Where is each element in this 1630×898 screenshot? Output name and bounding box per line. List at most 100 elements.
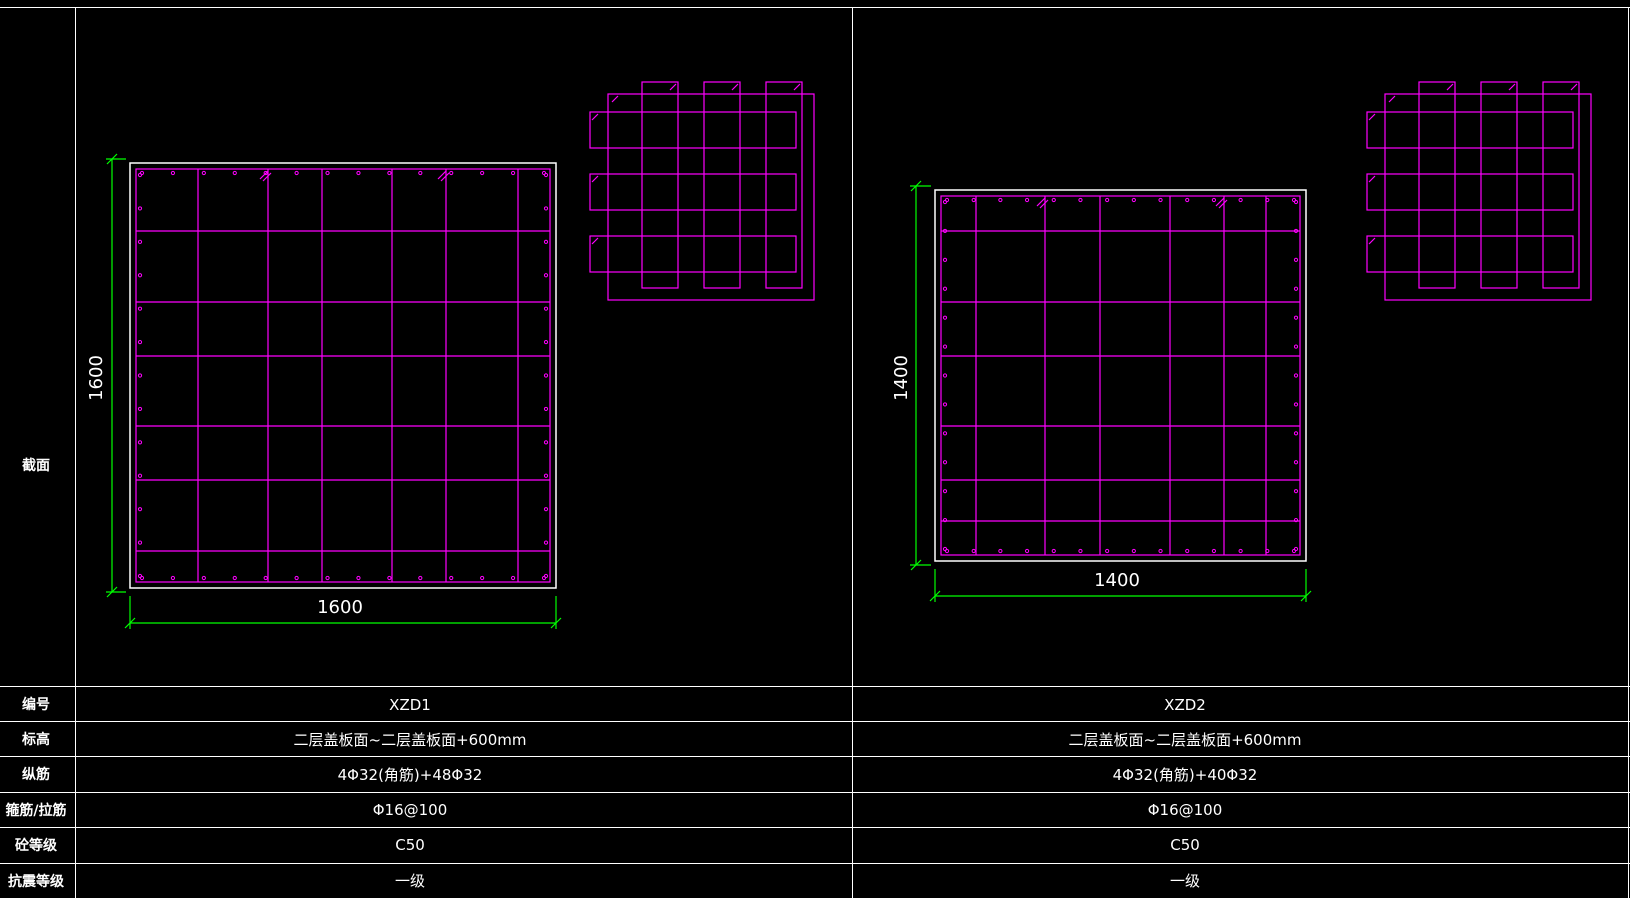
rebar-dot (1293, 286, 1299, 291)
section-xzd2 (910, 180, 1312, 602)
col1-id: XZD1 (389, 696, 431, 714)
stirrup-strip-vertical (1418, 81, 1456, 289)
stirrup-hook (611, 95, 619, 103)
rebar-dot (942, 199, 948, 205)
concrete-outline (934, 189, 1307, 562)
rebar-dot (543, 306, 549, 311)
rebar-dot (449, 170, 454, 176)
row-header-id: 编号 (22, 696, 50, 713)
rebar-dot (543, 339, 549, 345)
rebar-dot (543, 373, 549, 378)
stirrup-strip-vertical (641, 81, 679, 289)
rebar-dot (137, 440, 143, 445)
rebar-dot (942, 286, 948, 291)
rebar-dot (942, 344, 948, 349)
rebar-dot (1238, 548, 1243, 554)
rebar-dot (356, 170, 361, 176)
rebar-dot (137, 172, 143, 178)
rebar-dot (137, 373, 143, 378)
rebar-dot (387, 170, 392, 176)
rebar-dot (1293, 546, 1299, 552)
col2-height-dim: 1400 (891, 355, 912, 401)
rebar-dot (294, 575, 299, 581)
stirrup-hook (793, 83, 801, 91)
rebar-dot (971, 197, 976, 203)
rebar-dot (418, 170, 423, 176)
row-header-longitudinal: 纵筋 (22, 766, 50, 783)
rebar-dot (1265, 197, 1270, 203)
col1-height-dim: 1600 (86, 355, 107, 401)
rebar-dot (480, 575, 485, 581)
rebar-dot (1158, 548, 1163, 554)
rebar-dot (325, 575, 330, 581)
rebar-dot (942, 431, 948, 436)
rebar-dot (1185, 197, 1190, 203)
rebar-dot (1238, 197, 1243, 203)
stirrup-hook (1446, 83, 1454, 91)
stirrup-strip-vertical (1480, 81, 1518, 289)
rebar-dot (942, 315, 948, 320)
rebar-dot (1265, 548, 1270, 554)
rebar-dot (1105, 197, 1110, 203)
stirrup-hook (1508, 83, 1516, 91)
section-xzd1 (106, 153, 562, 629)
stirrup-hook (1388, 95, 1396, 103)
stirrup-strip-horizontal (1366, 111, 1574, 149)
stirrup-hook (1570, 83, 1578, 91)
rebar-dot (942, 257, 948, 262)
col2-longitudinal: 4Φ32(角筋)+40Φ32 (1113, 766, 1258, 784)
rebar-dot (942, 402, 948, 407)
rebar-dot (1024, 197, 1030, 203)
rebar-dot (137, 239, 143, 244)
rebar-dot (1131, 548, 1136, 554)
col1-concrete: C50 (395, 836, 425, 854)
rebar-dot (137, 273, 143, 278)
rebar-dot (1185, 548, 1190, 554)
rebar-dot (325, 170, 330, 176)
rebar-dot (1293, 431, 1299, 436)
rebar-dot (1024, 548, 1030, 554)
rebar-dot (1158, 197, 1163, 203)
col1-seismic: 一级 (395, 872, 425, 890)
rebar-dot (1293, 344, 1299, 349)
rebar-dot (137, 540, 143, 545)
rebar-dot (1293, 199, 1299, 205)
row-header-stirrup: 箍筋/拉筋 (5, 802, 66, 819)
rebar-dot (1211, 548, 1217, 554)
col2-concrete: C50 (1170, 836, 1200, 854)
rebar-dot (170, 170, 176, 176)
rebar-dot (170, 575, 176, 581)
rebar-dot (1293, 460, 1299, 465)
col2-elevation: 二层盖板面~二层盖板面+600mm (1069, 731, 1302, 749)
rebar-dot (543, 507, 549, 512)
rebar-dot (543, 473, 549, 478)
rebar-dot (1131, 197, 1136, 203)
row-header-seismic: 抗震等级 (8, 873, 65, 890)
rebar-dot (1293, 402, 1299, 407)
rebar-dot (1078, 197, 1083, 203)
stirrup-strip-horizontal (1366, 235, 1574, 273)
col2-stirrup: Φ16@100 (1148, 801, 1223, 819)
row-header-elevation: 标高 (21, 731, 50, 748)
rebar-dot (543, 172, 549, 178)
rebar-dot (543, 406, 549, 412)
stirrup-strip-horizontal (1366, 173, 1574, 211)
rebar-dot (942, 373, 948, 378)
rebar-dot (137, 206, 143, 211)
rebar-dot (1293, 489, 1299, 494)
stirrup-detail-xzd1 (589, 81, 815, 301)
stirrup-detail-xzd2 (1366, 81, 1592, 301)
col2-seismic: 一级 (1170, 872, 1200, 890)
rebar-dot (1293, 517, 1299, 523)
rebar-dot (137, 507, 143, 512)
rebar-dot (137, 306, 143, 311)
rebar-dot (998, 548, 1003, 554)
rebar-dot (418, 575, 423, 581)
rebar-dot (543, 573, 549, 579)
rebar-dot (543, 206, 549, 211)
rebar-dot (137, 339, 143, 345)
stirrup-strip-horizontal (589, 173, 797, 211)
row-header-section: 截面 (22, 457, 50, 474)
rebar-dot (263, 575, 268, 581)
rebar-dot (480, 170, 485, 176)
